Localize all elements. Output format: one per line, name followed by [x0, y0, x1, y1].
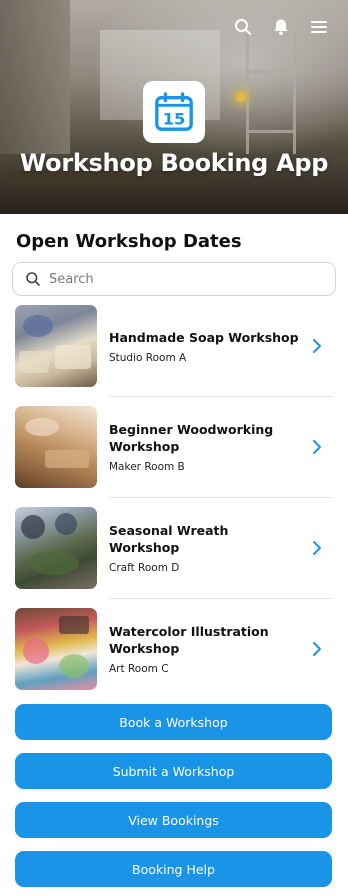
hero-banner: 15 Workshop Booking App: [0, 0, 348, 214]
divider: [109, 497, 333, 498]
section-title: Open Workshop Dates: [16, 231, 242, 252]
app-title: Workshop Booking App: [19, 149, 329, 177]
workshop-name: Beginner Woodworking Workshop: [109, 422, 274, 454]
soap-photo: [15, 305, 97, 387]
workshop-room: Art Room C: [109, 663, 169, 675]
list-item[interactable]: Watercolor Illustration Workshop Art Roo…: [0, 607, 348, 708]
workshop-info: Seasonal Wreath Workshop Craft Room D: [109, 506, 299, 590]
view-bookings-button[interactable]: View Bookings: [15, 802, 332, 838]
chevron-right-icon[interactable]: [310, 438, 324, 456]
search-bar[interactable]: [12, 262, 336, 296]
workshop-info: Beginner Woodworking Workshop Maker Room…: [109, 405, 299, 489]
booking-help-button[interactable]: Booking Help: [15, 851, 332, 887]
wreath-photo: [15, 507, 97, 589]
chevron-right-icon[interactable]: [310, 640, 324, 658]
workshop-room: Craft Room D: [109, 562, 180, 574]
workshop-name: Handmade Soap Workshop: [109, 329, 299, 345]
workshop-room: Studio Room A: [109, 351, 187, 364]
list-item[interactable]: Seasonal Wreath Workshop Craft Room D: [0, 506, 348, 607]
menu-icon[interactable]: [308, 16, 330, 38]
divider: [109, 396, 333, 397]
bell-icon[interactable]: [270, 16, 292, 38]
workshop-info: Handmade Soap Workshop Studio Room A: [109, 304, 299, 388]
search-input[interactable]: [49, 271, 309, 287]
workshop-list: Handmade Soap Workshop Studio Room A Beg…: [0, 304, 348, 708]
watercolor-photo: [15, 608, 97, 690]
chevron-right-icon[interactable]: [310, 337, 324, 355]
svg-text:15: 15: [163, 109, 186, 128]
submit-workshop-button[interactable]: Submit a Workshop: [15, 753, 332, 789]
chevron-right-icon[interactable]: [310, 539, 324, 557]
search-field-icon: [26, 272, 40, 286]
list-item[interactable]: Handmade Soap Workshop Studio Room A: [0, 304, 348, 405]
workshop-name: Seasonal Wreath Workshop: [109, 523, 229, 555]
divider: [109, 598, 333, 599]
woodworking-photo: [15, 406, 97, 488]
workshop-name: Watercolor Illustration Workshop: [109, 624, 269, 656]
workshop-info: Watercolor Illustration Workshop Art Roo…: [109, 607, 299, 691]
list-item[interactable]: Beginner Woodworking Workshop Maker Room…: [0, 405, 348, 506]
search-icon[interactable]: [232, 16, 254, 38]
calendar-app-icon: 15: [143, 81, 205, 143]
workshop-room: Maker Room B: [109, 461, 185, 473]
book-workshop-button[interactable]: Book a Workshop: [15, 704, 332, 740]
